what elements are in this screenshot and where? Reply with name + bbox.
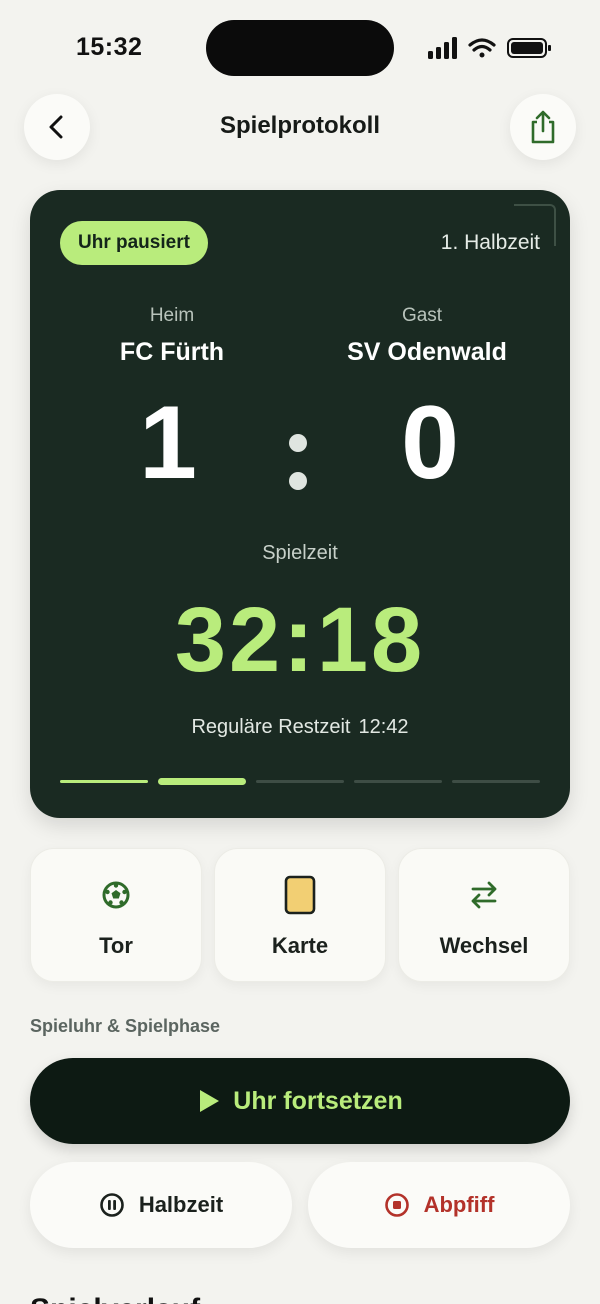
resume-clock-button[interactable]: Uhr fortsetzen — [30, 1058, 570, 1144]
swap-arrows-icon — [471, 881, 497, 909]
halftime-label: Halbzeit — [138, 1192, 224, 1217]
cellular-signal-icon — [428, 37, 457, 59]
scoreboard-card: Uhr pausiert 1. Halbzeit Heim FC Fürth G… — [30, 190, 570, 818]
substitution-action-label: Wechsel — [439, 933, 529, 958]
phase-segment-pending — [256, 780, 344, 783]
final-whistle-button[interactable]: Abpfiff — [308, 1162, 570, 1248]
status-icons — [428, 37, 551, 59]
share-button[interactable] — [510, 94, 576, 160]
status-time: 15:32 — [76, 33, 143, 61]
phase-segment-pending — [354, 780, 442, 783]
remaining-time-label: Reguläre Restzeit — [191, 716, 351, 738]
phase-progress — [60, 778, 540, 786]
phase-segment-pending — [452, 780, 540, 783]
clock-status-badge: Uhr pausiert — [60, 221, 208, 265]
away-score: 0 — [401, 385, 459, 501]
away-team-name: SV Odenwald — [347, 338, 507, 366]
resume-clock-label: Uhr fortsetzen — [233, 1086, 403, 1115]
away-role-label: Gast — [401, 305, 443, 326]
phase-segment-done — [60, 780, 148, 783]
clock-section-label: Spieluhr & Spielphase — [30, 1016, 221, 1036]
soccer-ball-icon — [102, 881, 130, 909]
section-heading: Spielverlauf — [30, 1292, 200, 1304]
score-separator — [287, 434, 311, 490]
remaining-time-value: 12:42 — [358, 716, 409, 738]
status-bar: 15:32 — [0, 0, 600, 96]
match-phase-label: 1. Halbzeit — [440, 231, 540, 254]
wifi-icon — [468, 38, 496, 58]
home-role-label: Heim — [149, 305, 195, 326]
home-score: 1 — [139, 385, 197, 501]
card-action-label: Karte — [271, 933, 329, 958]
stop-circle-icon — [384, 1193, 409, 1217]
playtime-label: Spielzeit — [262, 542, 338, 564]
dynamic-island — [206, 20, 394, 76]
goal-action-button[interactable]: Tor — [30, 848, 202, 982]
home-team-name: FC Fürth — [119, 338, 225, 366]
share-icon — [531, 110, 555, 144]
playtime-clock: 32:18 — [174, 589, 426, 691]
remaining-time: Reguläre Restzeit 12:42 — [30, 716, 570, 739]
play-icon — [200, 1090, 220, 1112]
phase-segment-active — [158, 778, 246, 785]
halftime-button[interactable]: Halbzeit — [30, 1162, 292, 1248]
goal-action-label: Tor — [99, 933, 133, 958]
final-whistle-label: Abpfiff — [423, 1192, 495, 1217]
yellow-card-icon — [284, 875, 316, 915]
battery-icon — [507, 38, 551, 58]
pause-circle-icon — [100, 1193, 124, 1217]
substitution-action-button[interactable]: Wechsel — [398, 848, 570, 982]
card-action-button[interactable]: Karte — [214, 848, 386, 982]
